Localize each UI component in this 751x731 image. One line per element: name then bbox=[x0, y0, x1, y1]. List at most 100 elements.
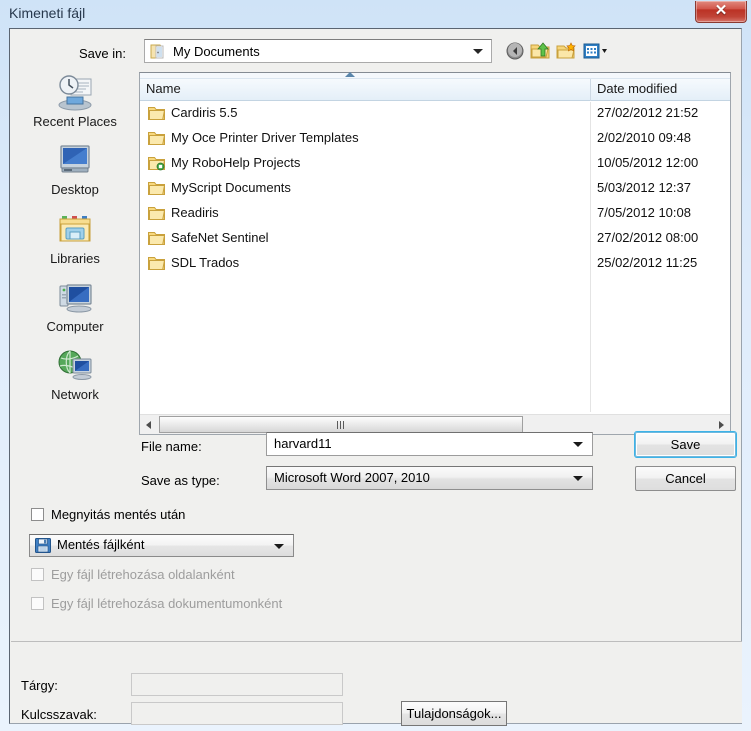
computer-icon bbox=[53, 278, 97, 318]
save-mode-dropdown[interactable]: Mentés fájlként bbox=[29, 534, 294, 557]
column-header-date-modified[interactable]: Date modified bbox=[597, 81, 677, 96]
close-button[interactable]: ✕ bbox=[695, 1, 747, 23]
folder-icon bbox=[148, 181, 166, 196]
chevron-down-icon bbox=[274, 544, 284, 549]
chevron-right-icon bbox=[719, 421, 724, 429]
floppy-save-icon bbox=[35, 538, 51, 553]
dialog-client-area: Save in: My Documents Recent Places Desk… bbox=[9, 28, 742, 726]
table-row[interactable]: My Oce Printer Driver Templates 2/02/2010… bbox=[140, 127, 730, 152]
subject-input[interactable] bbox=[131, 673, 343, 696]
keywords-label: Kulcsszavak: bbox=[21, 707, 97, 722]
window-title: Kimeneti fájl bbox=[9, 5, 86, 21]
libraries-icon bbox=[53, 210, 97, 250]
save-button[interactable]: Save bbox=[635, 432, 736, 457]
back-arrow-icon bbox=[506, 42, 524, 60]
checkbox-label: Egy fájl létrehozása oldalanként bbox=[51, 567, 235, 582]
title-bar: Kimeneti fájl ✕ bbox=[0, 0, 751, 28]
views-grid-icon bbox=[583, 43, 607, 59]
table-row[interactable]: Cardiris 5.5 27/02/2012 21:52 bbox=[140, 102, 730, 127]
sidebar-item-network[interactable]: Network bbox=[11, 346, 139, 402]
file-name-value: harvard11 bbox=[274, 436, 332, 451]
folder-icon bbox=[148, 131, 166, 146]
scrollbar-thumb[interactable] bbox=[159, 416, 523, 433]
back-button[interactable] bbox=[504, 40, 526, 62]
folder-icon bbox=[148, 206, 166, 221]
table-row[interactable]: SafeNet Sentinel 27/02/2012 08:00 bbox=[140, 227, 730, 252]
file-name-cell: SDL Trados bbox=[171, 255, 240, 270]
file-date-cell: 27/02/2012 08:00 bbox=[597, 230, 699, 245]
checkbox-open-after-save[interactable]: Megnyitás mentés után bbox=[31, 507, 331, 525]
save-as-type-value: Microsoft Word 2007, 2010 bbox=[274, 470, 430, 485]
checkbox-one-file-per-document: Egy fájl létrehozása dokumentumonként bbox=[31, 596, 331, 614]
file-date-cell: 10/05/2012 12:00 bbox=[597, 155, 699, 170]
file-name-cell: MyScript Documents bbox=[171, 180, 291, 195]
sidebar-label: Network bbox=[51, 387, 99, 402]
save-in-dropdown[interactable]: My Documents bbox=[144, 39, 492, 63]
checkbox-one-file-per-page: Egy fájl létrehozása oldalanként bbox=[31, 567, 331, 585]
file-name-cell: SafeNet Sentinel bbox=[171, 230, 269, 245]
desktop-icon bbox=[53, 141, 97, 181]
checkbox-box bbox=[31, 597, 44, 610]
sidebar-label: Computer bbox=[46, 319, 104, 334]
chevron-down-icon[interactable] bbox=[573, 442, 583, 447]
table-row[interactable]: SDL Trados 25/02/2012 11:25 bbox=[140, 252, 730, 277]
recent-places-icon bbox=[53, 73, 97, 113]
folder-icon bbox=[148, 256, 166, 271]
checkbox-label: Megnyitás mentés után bbox=[51, 507, 186, 522]
sidebar-label: Libraries bbox=[50, 251, 100, 266]
checkbox-label: Egy fájl létrehozása dokumentumonként bbox=[51, 596, 283, 611]
cancel-button[interactable]: Cancel bbox=[635, 466, 736, 491]
folder-special-icon bbox=[148, 156, 166, 171]
file-date-cell: 2/02/2010 09:48 bbox=[597, 130, 691, 145]
file-name-cell: My Oce Printer Driver Templates bbox=[171, 130, 359, 145]
file-name-cell: Readiris bbox=[171, 205, 219, 220]
grip-icon bbox=[337, 421, 345, 429]
up-one-level-button[interactable] bbox=[529, 40, 551, 62]
column-header-row: Name Date modified bbox=[140, 79, 730, 101]
folder-icon bbox=[148, 106, 166, 121]
sidebar-item-desktop[interactable]: Desktop bbox=[11, 141, 139, 197]
chevron-down-icon bbox=[473, 49, 483, 54]
file-rows: Cardiris 5.5 27/02/2012 21:52 My Oce Print… bbox=[140, 102, 730, 414]
file-date-cell: 7/05/2012 10:08 bbox=[597, 205, 691, 220]
horizontal-scrollbar[interactable] bbox=[140, 414, 730, 434]
table-row[interactable]: My RoboHelp Projects 10/05/2012 12:00 bbox=[140, 152, 730, 177]
views-button[interactable] bbox=[582, 40, 612, 62]
file-name-input[interactable]: harvard11 bbox=[266, 432, 593, 456]
file-name-label: File name: bbox=[141, 439, 202, 454]
save-as-type-dropdown[interactable]: Microsoft Word 2007, 2010 bbox=[266, 466, 593, 490]
close-icon: ✕ bbox=[714, 2, 728, 19]
save-as-type-label: Save as type: bbox=[141, 473, 220, 488]
open-folder-icon bbox=[150, 43, 167, 60]
subject-label: Tárgy: bbox=[21, 678, 58, 693]
scroll-left-button[interactable] bbox=[140, 415, 158, 434]
file-list-panel: Name Date modified Cardiris 5.5 27/02/201… bbox=[139, 72, 731, 435]
table-row[interactable]: MyScript Documents 5/03/2012 12:37 bbox=[140, 177, 730, 202]
save-in-label: Save in: bbox=[79, 46, 126, 61]
sidebar-label: Desktop bbox=[51, 182, 99, 197]
column-header-name[interactable]: Name bbox=[146, 81, 181, 96]
new-folder-icon bbox=[556, 42, 576, 59]
create-new-folder-button[interactable] bbox=[555, 40, 577, 62]
checkbox-box bbox=[31, 568, 44, 581]
sidebar-label: Recent Places bbox=[33, 114, 117, 129]
sidebar-item-recent-places[interactable]: Recent Places bbox=[11, 73, 139, 129]
folder-up-icon bbox=[530, 42, 550, 59]
properties-button[interactable]: Tulajdonságok... bbox=[401, 701, 507, 726]
save-mode-value: Mentés fájlként bbox=[57, 537, 145, 552]
network-icon bbox=[53, 346, 97, 386]
file-date-cell: 5/03/2012 12:37 bbox=[597, 180, 691, 195]
file-name-cell: Cardiris 5.5 bbox=[171, 105, 238, 120]
file-name-cell: My RoboHelp Projects bbox=[171, 155, 301, 170]
sidebar-item-computer[interactable]: Computer bbox=[11, 278, 139, 334]
checkbox-box bbox=[31, 508, 44, 521]
keywords-input[interactable] bbox=[131, 702, 343, 725]
table-row[interactable]: Readiris 7/05/2012 10:08 bbox=[140, 202, 730, 227]
metadata-group: Tárgy: Kulcsszavak: Tulajdonságok... bbox=[11, 641, 742, 726]
file-date-cell: 27/02/2012 21:52 bbox=[597, 105, 699, 120]
folder-icon bbox=[148, 231, 166, 246]
sidebar-item-libraries[interactable]: Libraries bbox=[11, 210, 139, 266]
column-divider[interactable] bbox=[590, 79, 591, 101]
chevron-left-icon bbox=[146, 421, 151, 429]
places-bar: Recent Places Desktop Libraries Computer… bbox=[11, 73, 139, 435]
